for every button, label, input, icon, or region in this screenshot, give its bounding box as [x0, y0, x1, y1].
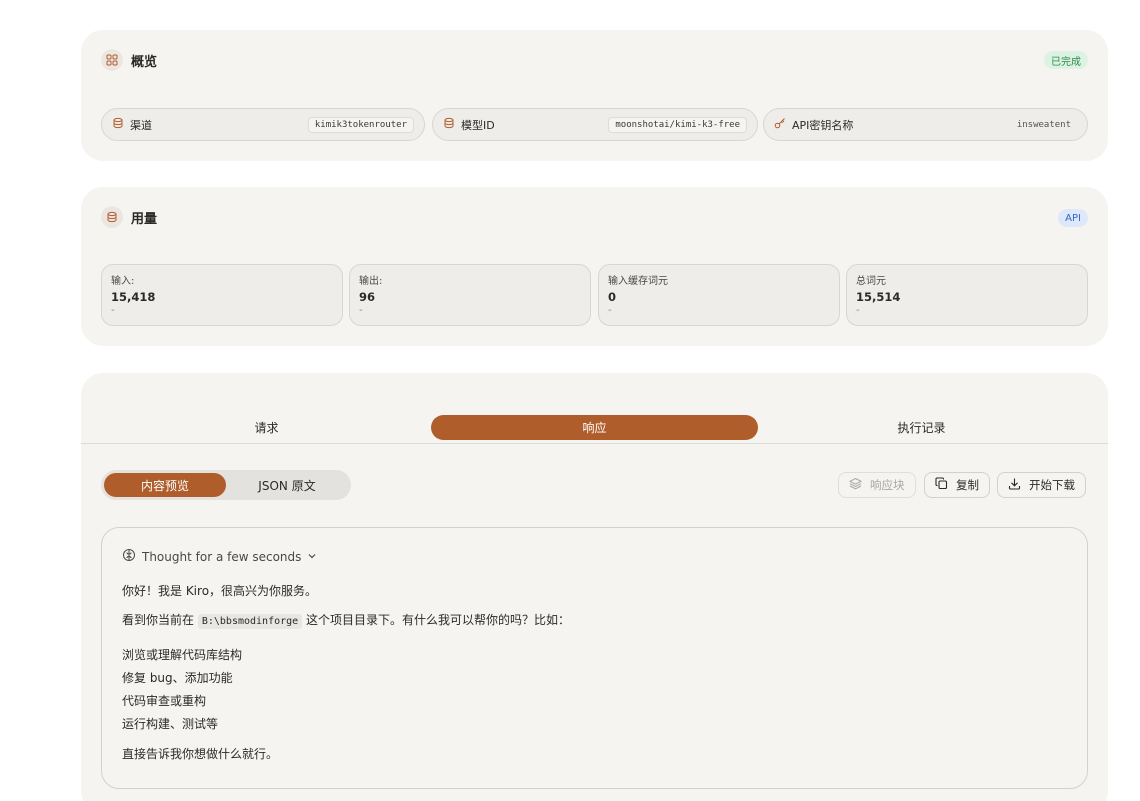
content-preview-button[interactable]: 内容预览: [104, 473, 226, 497]
json-raw-button[interactable]: JSON 原文: [226, 473, 348, 497]
context-text-before: 看到你当前在: [122, 613, 195, 627]
api-badge: API: [1058, 209, 1088, 227]
suggestion-list: 浏览或理解代码库结构 修复 bug、添加功能 代码审查或重构 运行构建、测试等: [122, 644, 1067, 736]
overview-card: 概览 已完成: [81, 30, 1108, 161]
stat-cached-input: 输入缓存词元 0 -: [598, 264, 840, 326]
channel-label: 渠道: [130, 118, 152, 132]
detail-tabs: 请求 响应 执行记录: [81, 393, 1108, 444]
stat-value: 96: [359, 290, 376, 304]
greeting-text: 你好！我是 Kiro，很高兴为你服务。: [122, 584, 318, 598]
list-item: 浏览或理解代码库结构: [122, 648, 243, 662]
context-paragraph: 看到你当前在 B:\bbsmodinforge 这个项目目录下。有什么我可以帮你…: [122, 611, 1067, 631]
context-text-after: 这个项目目录下。有什么我可以帮你的吗？比如：: [306, 613, 571, 627]
stat-value: 15,514: [856, 290, 901, 304]
key-icon: [774, 117, 786, 132]
layers-icon: [848, 477, 863, 493]
model-id-label: 模型ID: [461, 118, 495, 132]
api-key-value: insweatent: [1016, 119, 1071, 130]
stat-label: 输出:: [359, 276, 383, 287]
stat-label: 输入:: [111, 276, 135, 287]
list-item: 代码审查或重构: [122, 694, 207, 708]
download-icon: [1008, 477, 1021, 493]
tab-execution-log[interactable]: 执行记录: [758, 415, 1085, 440]
api-key-field: API密钥名称 insweatent: [763, 108, 1088, 141]
status-badge: 已完成: [1044, 51, 1088, 69]
copy-icon: [935, 477, 948, 493]
thought-toggle[interactable]: Thought for a few seconds: [122, 548, 1067, 565]
channel-field: 渠道 kimik3tokenrouter: [101, 108, 425, 141]
stat-value: 0: [608, 290, 617, 304]
closing-text: 直接告诉我你想做什么就行。: [122, 747, 279, 761]
thought-label: Thought for a few seconds: [142, 549, 302, 564]
tab-request[interactable]: 请求: [103, 415, 430, 440]
usage-header: 用量: [101, 206, 157, 228]
database-icon: [101, 206, 123, 228]
stat-sub: -: [856, 305, 860, 316]
stat-sub: -: [111, 305, 115, 316]
stat-value: 15,418: [111, 290, 156, 304]
database-icon: [112, 117, 124, 132]
detail-card: 请求 响应 执行记录 内容预览 JSON 原文 响应块 复制 开始下载 Thou…: [81, 373, 1108, 801]
list-item: 运行构建、测试等: [122, 717, 219, 731]
stat-total: 总词元 15,514 -: [846, 264, 1088, 326]
model-id-value: moonshotai/kimi-k3-free: [608, 116, 747, 133]
path-code: B:\bbsmodinforge: [197, 614, 303, 629]
copy-button[interactable]: 复制: [924, 472, 990, 498]
usage-title: 用量: [131, 211, 158, 227]
response-blocks-button[interactable]: 响应块: [838, 472, 916, 498]
download-button[interactable]: 开始下载: [997, 472, 1086, 498]
stat-input: 输入: 15,418 -: [101, 264, 343, 326]
grid-icon: [101, 49, 123, 71]
tab-response[interactable]: 响应: [431, 415, 758, 440]
stat-sub: -: [359, 305, 363, 316]
stat-sub: -: [608, 305, 612, 316]
model-id-field: 模型ID moonshotai/kimi-k3-free: [432, 108, 758, 141]
stat-output: 输出: 96 -: [349, 264, 591, 326]
channel-value: kimik3tokenrouter: [307, 116, 414, 133]
chevron-down-icon: [307, 550, 317, 564]
copy-label: 复制: [956, 478, 979, 492]
response-content: Thought for a few seconds 你好！我是 Kiro，很高兴…: [101, 527, 1088, 789]
list-item: 修复 bug、添加功能: [122, 671, 233, 685]
stat-label: 总词元: [856, 276, 886, 287]
overview-header: 概览: [101, 49, 157, 71]
brain-icon: [122, 548, 136, 565]
download-label: 开始下载: [1029, 478, 1075, 492]
api-key-label: API密钥名称: [792, 118, 854, 132]
database-icon: [443, 117, 455, 132]
response-blocks-label: 响应块: [870, 478, 905, 492]
stat-label: 输入缓存词元: [608, 276, 668, 287]
view-mode-toggle: 内容预览 JSON 原文: [101, 470, 351, 500]
overview-title: 概览: [131, 54, 158, 70]
